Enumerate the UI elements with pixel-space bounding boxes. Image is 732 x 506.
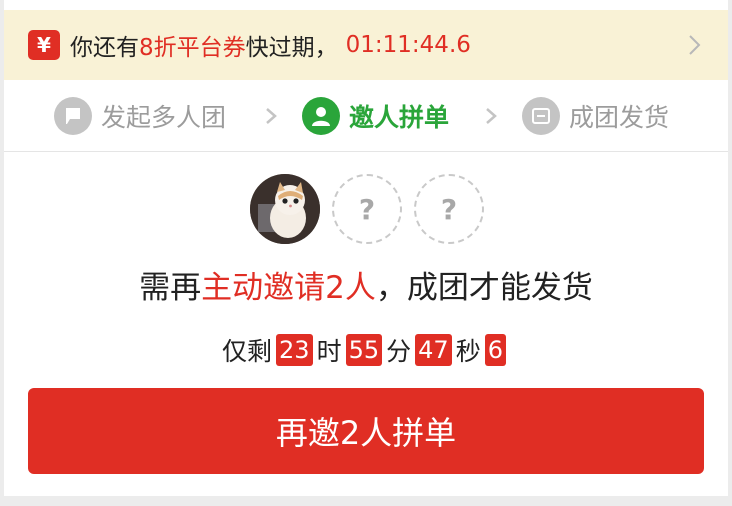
coupon-expiry-message: 你还有 8折平台券 快过期， 01:11:44.6 [70, 10, 471, 80]
step-ship: 成团发货 [522, 94, 669, 138]
step-label: 邀人拼单 [349, 103, 450, 132]
headline-prefix: 需再 [139, 270, 202, 306]
notice-suffix: 快过期， [245, 35, 338, 61]
coupon-name: 8折平台券 [139, 35, 246, 61]
coupon-countdown: 01:11:44.6 [345, 32, 471, 58]
coupon-expiry-notice[interactable]: ¥ 你还有 8折平台券 快过期， 01:11:44.6 [4, 10, 728, 80]
timer-tenths: 6 [484, 334, 506, 366]
timer-seconds-unit: 秒 [455, 337, 481, 366]
empty-member-slot: ? [332, 174, 402, 244]
box-icon [522, 97, 560, 135]
timer-prefix: 仅剩 [222, 337, 273, 366]
person-icon [302, 97, 340, 135]
group-buy-panel: ¥ 你还有 8折平台券 快过期， 01:11:44.6 发起多人团 邀人拼单 成… [4, 0, 728, 496]
step-label: 发起多人团 [101, 103, 227, 132]
coupon-icon: ¥ [28, 30, 60, 60]
chevron-right-icon[interactable] [682, 33, 706, 57]
timer-minutes: 55 [345, 334, 383, 366]
step-start-group: 发起多人团 [54, 94, 226, 138]
invite-requirement-text: 需再主动邀请2人，成团才能发货 [4, 262, 728, 307]
avatar[interactable] [250, 174, 320, 244]
timer-seconds: 47 [415, 334, 452, 366]
invite-button[interactable]: 再邀2人拼单 [28, 388, 704, 474]
headline-suffix: ，成团才能发货 [375, 270, 593, 306]
headline-highlight: 主动邀请2人 [201, 270, 376, 306]
notice-prefix: 你还有 [70, 35, 139, 61]
group-progress-steps: 发起多人团 邀人拼单 成团发货 [4, 80, 728, 152]
empty-member-slot: ? [414, 174, 484, 244]
step-label: 成团发货 [569, 103, 670, 132]
timer-hours: 23 [276, 334, 313, 366]
step-invite: 邀人拼单 [302, 94, 449, 138]
group-countdown: 仅剩 23 时 55 分 47 秒 6 [4, 332, 728, 368]
group-members: ? ? [250, 174, 484, 244]
timer-minutes-unit: 分 [386, 337, 412, 366]
timer-hours-unit: 时 [316, 337, 342, 366]
chevron-right-icon [486, 108, 497, 124]
cat-photo-icon [250, 174, 320, 244]
chevron-right-icon [266, 108, 277, 124]
flag-icon [54, 97, 92, 135]
